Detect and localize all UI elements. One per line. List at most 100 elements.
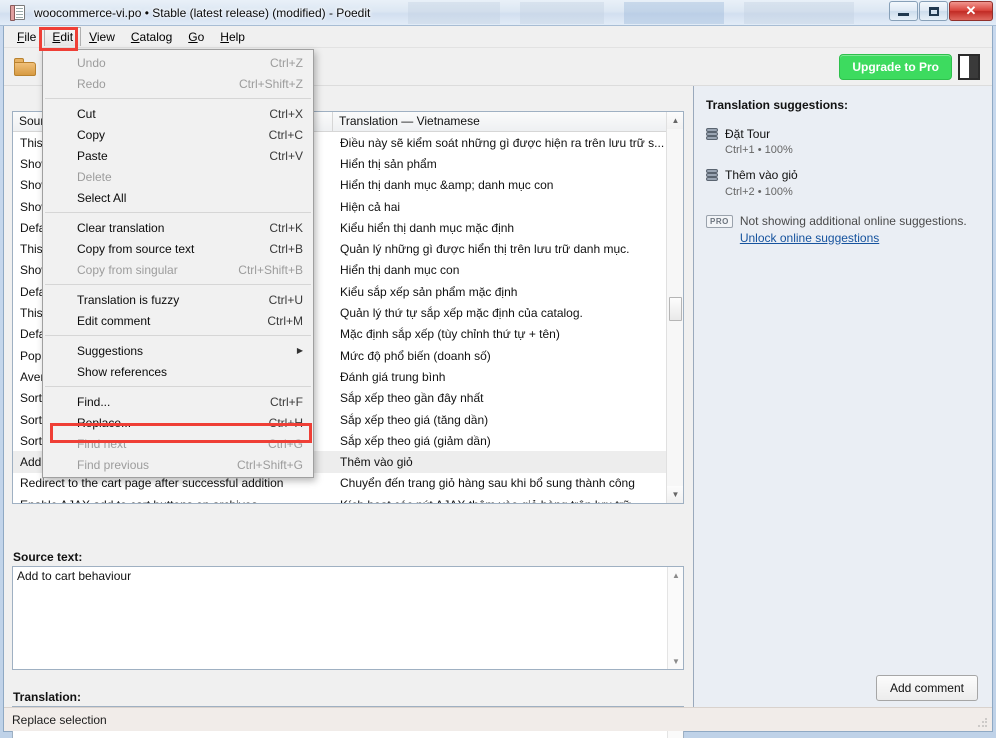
menu-item-clear-translation[interactable]: Clear translationCtrl+K [43,217,313,238]
suggestions-list: Đặt TourCtrl+1 • 100% Thêm vào giỏ Ctrl+2 … [706,126,992,198]
menu-item-shortcut: Ctrl+Shift+G [237,458,303,472]
menu-item-label: Redo [77,77,239,91]
menu-item-edit-comment[interactable]: Edit commentCtrl+M [43,310,313,331]
menu-item-label: Find... [77,395,270,409]
menu-item-suggestions[interactable]: Suggestions▶ [43,340,313,361]
suggestion-meta: Ctrl+2 • 100% [725,186,798,198]
menu-item-label: Suggestions [77,344,297,358]
translation-memory-icon [706,128,718,142]
source-scroll-down-icon[interactable]: ▼ [668,653,684,669]
edit-menu-dropdown[interactable]: UndoCtrl+ZRedoCtrl+Shift+ZCutCtrl+XCopyC… [42,49,314,478]
menu-item-label: Show references [77,365,303,379]
translation-label: Translation: [13,690,81,704]
cell-translation: Mặc định sắp xếp (tùy chỉnh thứ tự + tên… [333,327,683,341]
poedit-window: woocommerce-vi.po • Stable (latest relea… [0,0,996,738]
menu-item-shortcut: Ctrl+C [269,128,303,142]
menu-separator [45,284,311,285]
cell-translation: Hiện cả hai [333,200,683,214]
source-text-box[interactable]: Add to cart behaviour ▲ ▼ [12,566,684,670]
menu-item-paste[interactable]: PasteCtrl+V [43,145,313,166]
menu-item-shortcut: Ctrl+X [269,107,303,121]
menu-item-shortcut: Ctrl+B [269,242,303,256]
cell-translation: Mức độ phổ biến (doanh số) [333,349,683,363]
menu-bar: File Edit View Catalog Go Help [4,26,992,48]
cell-translation: Thêm vào giỏ [333,455,683,469]
menu-item-replace[interactable]: Replace...Ctrl+H [43,412,313,433]
menu-item-label: Cut [77,107,269,121]
suggestion-text: Thêm vào giỏ [725,167,798,184]
menu-item-label: Copy from source text [77,242,269,256]
menu-separator [45,98,311,99]
suggestions-sidebar: Translation suggestions: Đặt TourCtrl+1 … [693,86,992,731]
pro-badge: PRO [706,215,733,228]
table-row[interactable]: Enable AJAX add to cart buttons on archi… [13,494,683,504]
column-header-translation[interactable]: Translation — Vietnamese [333,112,683,131]
cell-translation: Kiểu hiển thị danh mục mặc định [333,221,683,235]
menu-item-select-all[interactable]: Select All [43,187,313,208]
suggestion-item[interactable]: Thêm vào giỏ Ctrl+2 • 100% [706,167,992,197]
folder-open-icon [14,58,36,76]
cell-translation: Hiển thị danh mục con [333,263,683,277]
menu-item-label: Edit comment [77,314,267,328]
menu-item-shortcut: Ctrl+Shift+Z [239,77,303,91]
close-button[interactable]: ✕ [949,1,993,21]
menu-item-shortcut: Ctrl+F [270,395,303,409]
resize-grip-icon[interactable] [977,717,989,729]
cell-translation: Chuyển đến trang giỏ hàng sau khi bổ sun… [333,476,683,490]
cell-translation: Sắp xếp theo giá (giảm dần) [333,434,683,448]
cell-translation: Đánh giá trung bình [333,370,683,384]
pro-note-text: Not showing additional online suggestion… [740,214,967,228]
status-text: Replace selection [12,713,107,727]
aero-glass-background [404,2,884,24]
menu-item-undo: UndoCtrl+Z [43,52,313,73]
cell-translation: Hiển thị sản phẩm [333,157,683,171]
suggestion-item[interactable]: Đặt TourCtrl+1 • 100% [706,126,992,156]
cell-translation: Điều này sẽ kiểm soát những gì được hiện… [333,136,683,150]
menu-item-shortcut: Ctrl+Shift+B [238,263,303,277]
menu-item-show-references[interactable]: Show references [43,361,313,382]
open-button[interactable] [4,52,46,82]
title-bar: woocommerce-vi.po • Stable (latest relea… [0,0,996,26]
cell-translation: Sắp xếp theo gần đây nhất [333,391,683,405]
scroll-up-icon[interactable]: ▲ [667,112,684,129]
menu-go[interactable]: Go [180,27,212,47]
cell-source: Enable AJAX add to cart buttons on archi… [13,498,333,504]
source-text-label: Source text: [13,550,82,564]
poedit-document-icon [10,5,26,21]
pro-upsell-note: PRO Not showing additional online sugges… [706,214,992,245]
scroll-down-icon[interactable]: ▼ [667,486,684,503]
cell-translation: Hiển thị danh mục &amp; danh mục con [333,178,683,192]
sidebar-panel-icon[interactable] [958,54,980,80]
menu-item-find[interactable]: Find...Ctrl+F [43,391,313,412]
list-vertical-scrollbar[interactable]: ▲ ▼ [666,112,683,503]
upgrade-to-pro-button[interactable]: Upgrade to Pro [839,54,952,80]
menu-view[interactable]: View [81,27,123,47]
menu-separator [45,386,311,387]
menu-item-shortcut: Ctrl+K [269,221,303,235]
add-comment-button[interactable]: Add comment [876,675,978,701]
menu-item-label: Copy from singular [77,263,238,277]
scrollbar-thumb[interactable] [669,297,682,321]
menu-item-cut[interactable]: CutCtrl+X [43,103,313,124]
menu-file[interactable]: File [9,27,44,47]
suggestion-text: Đặt Tour [725,126,793,143]
menu-item-label: Select All [77,191,303,205]
menu-item-label: Copy [77,128,269,142]
menu-item-copy[interactable]: CopyCtrl+C [43,124,313,145]
maximize-button[interactable] [919,1,948,21]
menu-separator [45,212,311,213]
menu-item-copy-from-source-text[interactable]: Copy from source textCtrl+B [43,238,313,259]
menu-item-translation-is-fuzzy[interactable]: Translation is fuzzyCtrl+U [43,289,313,310]
menu-catalog[interactable]: Catalog [123,27,180,47]
cell-translation: Quản lý những gì được hiển thị trên lưu … [333,242,683,256]
status-bar: Replace selection [4,707,992,731]
cell-translation: Kích hoạt các nút AJAX thêm vào giỏ hàng… [333,498,683,504]
menu-edit[interactable]: Edit [44,27,81,46]
window-controls: ✕ [889,1,993,21]
source-scroll-up-icon[interactable]: ▲ [668,567,684,583]
source-scrollbar[interactable]: ▲ ▼ [667,567,683,669]
menu-item-label: Clear translation [77,221,269,235]
minimize-button[interactable] [889,1,918,21]
unlock-online-suggestions-link[interactable]: Unlock online suggestions [740,231,879,245]
menu-help[interactable]: Help [212,27,253,47]
